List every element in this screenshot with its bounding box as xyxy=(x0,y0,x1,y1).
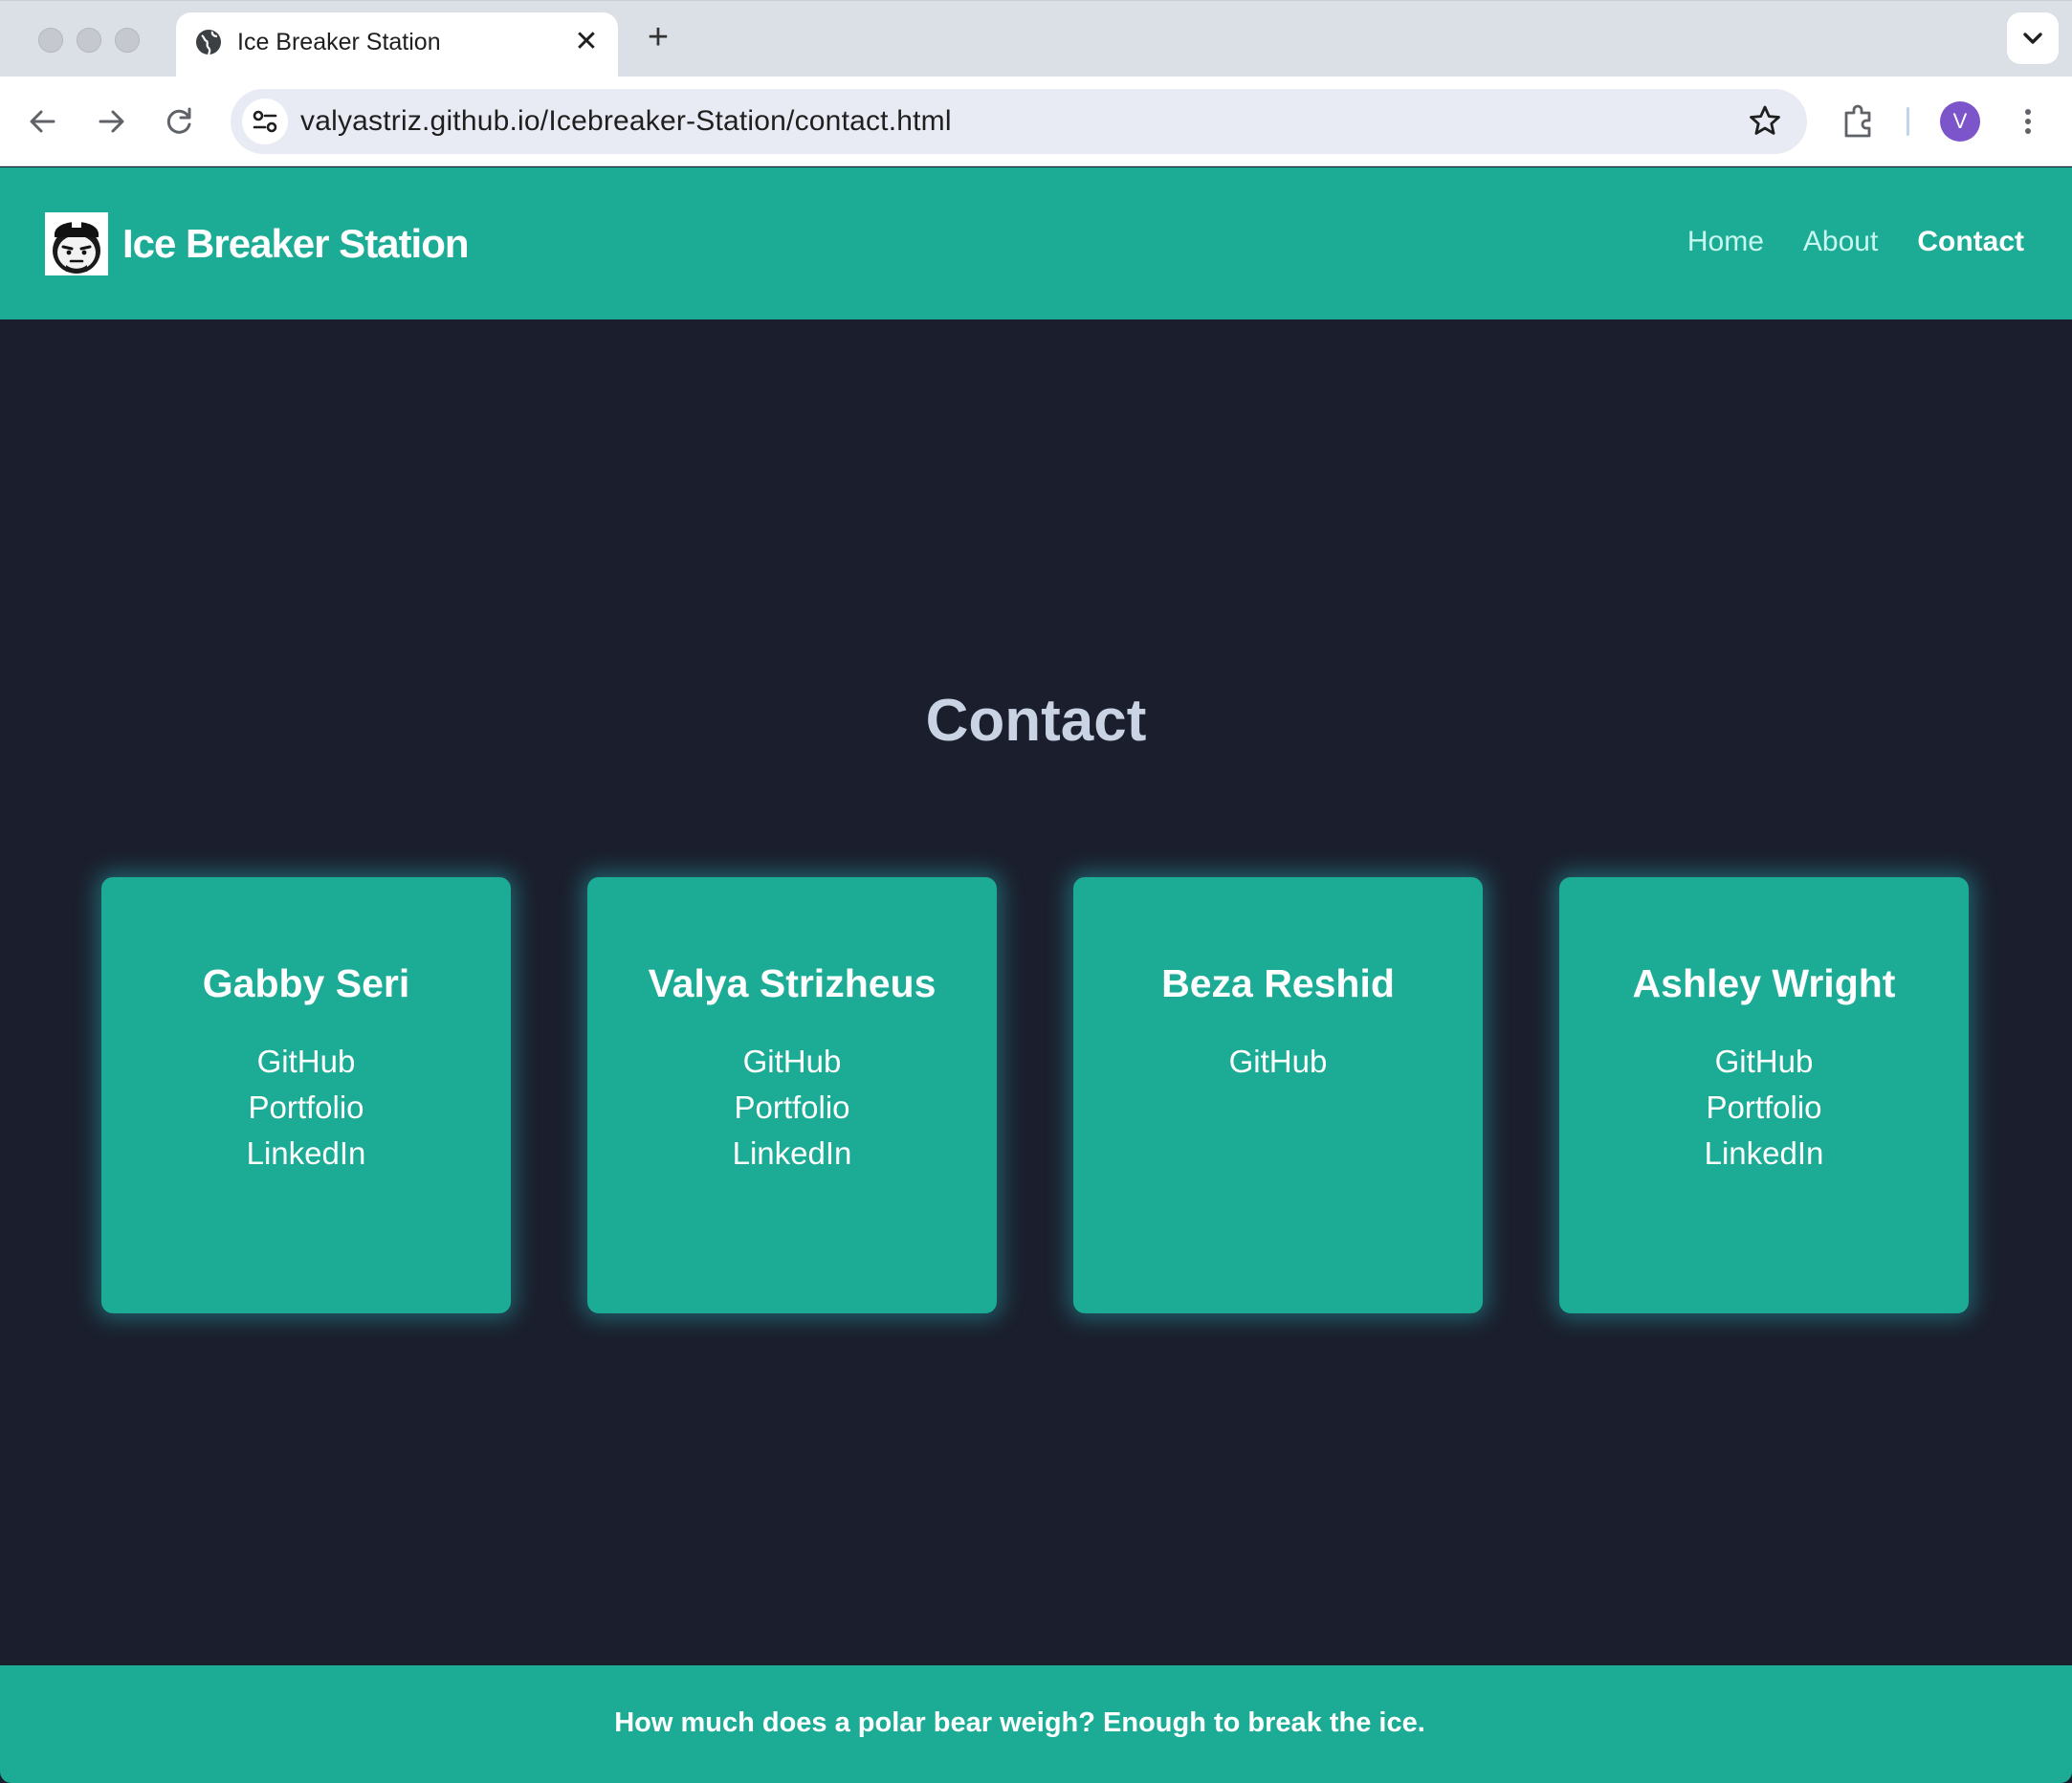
contact-links: GitHub xyxy=(1092,1039,1464,1085)
github-link[interactable]: GitHub xyxy=(1229,1039,1328,1085)
window-minimize-control[interactable] xyxy=(77,28,101,53)
toolbar-divider xyxy=(1907,107,1909,136)
contact-name: Gabby Seri xyxy=(202,961,410,1005)
window-zoom-control[interactable] xyxy=(115,28,140,53)
profile-avatar[interactable]: V xyxy=(1940,101,1980,142)
linkedin-link[interactable]: LinkedIn xyxy=(733,1131,852,1177)
page-title: Contact xyxy=(925,688,1147,754)
logo-image[interactable] xyxy=(45,212,108,275)
contact-name: Valya Strizheus xyxy=(648,961,937,1005)
contact-card: Valya Strizheus GitHub Portfolio LinkedI… xyxy=(587,877,997,1313)
site-brand[interactable]: Ice Breaker Station xyxy=(122,215,470,273)
site-settings-icon xyxy=(253,110,277,133)
contact-card: Beza Reshid GitHub xyxy=(1073,877,1483,1313)
tab-title: Ice Breaker Station xyxy=(237,29,441,55)
github-link[interactable]: GitHub xyxy=(257,1039,356,1085)
browser-tab-strip: Ice Breaker Station ✕ + xyxy=(0,0,2072,77)
close-icon[interactable]: ✕ xyxy=(568,24,605,60)
linkedin-link[interactable]: LinkedIn xyxy=(247,1131,366,1177)
globe-icon xyxy=(196,30,221,55)
portfolio-link[interactable]: Portfolio xyxy=(1706,1085,1821,1131)
forward-arrow-icon[interactable] xyxy=(87,98,135,145)
contact-links: GitHub Portfolio LinkedIn xyxy=(1578,1039,1950,1177)
bookmark-star-icon[interactable] xyxy=(1746,102,1784,141)
contact-name: Beza Reshid xyxy=(1161,961,1395,1005)
nav-link-about[interactable]: About xyxy=(1803,223,1878,261)
portfolio-link[interactable]: Portfolio xyxy=(248,1085,364,1131)
url-host: valyastriz.github.io xyxy=(300,105,540,137)
site-header: Ice Breaker Station Home About Contact xyxy=(0,167,2072,319)
contact-cards: Gabby Seri GitHub Portfolio LinkedIn Val… xyxy=(101,877,1969,1313)
contact-links: GitHub Portfolio LinkedIn xyxy=(606,1039,978,1177)
github-link[interactable]: GitHub xyxy=(743,1039,842,1085)
main-nav: Home About Contact xyxy=(1687,223,2024,261)
more-vertical-icon[interactable] xyxy=(2017,98,2039,145)
linkedin-link[interactable]: LinkedIn xyxy=(1705,1131,1824,1177)
url-text: valyastriz.github.io/Icebreaker-Station/… xyxy=(300,104,952,139)
window-close-control[interactable] xyxy=(38,28,63,53)
plus-icon[interactable]: + xyxy=(639,18,677,56)
footer-joke: How much does a polar bear weigh? Enough… xyxy=(614,1707,1425,1738)
github-link[interactable]: GitHub xyxy=(1715,1039,1814,1085)
contact-card: Ashley Wright GitHub Portfolio LinkedIn xyxy=(1559,877,1969,1313)
back-arrow-icon[interactable] xyxy=(19,98,67,145)
browser-toolbar: valyastriz.github.io/Icebreaker-Station/… xyxy=(0,77,2072,166)
browser-tab-active[interactable]: Ice Breaker Station ✕ xyxy=(176,12,618,77)
tab-search-button[interactable] xyxy=(2007,12,2059,64)
chevron-down-icon xyxy=(2023,33,2042,44)
site-footer: How much does a polar bear weigh? Enough… xyxy=(0,1665,2072,1783)
nav-link-home[interactable]: Home xyxy=(1687,223,1764,261)
contact-links: GitHub Portfolio LinkedIn xyxy=(121,1039,492,1177)
reload-icon[interactable] xyxy=(156,98,204,145)
site-settings-button[interactable] xyxy=(242,99,288,144)
contact-name: Ashley Wright xyxy=(1632,961,1896,1005)
portfolio-link[interactable]: Portfolio xyxy=(734,1085,849,1131)
contact-card: Gabby Seri GitHub Portfolio LinkedIn xyxy=(101,877,511,1313)
url-path: /Icebreaker-Station/contact.html xyxy=(540,105,952,137)
nav-link-contact[interactable]: Contact xyxy=(1917,223,2024,261)
address-bar[interactable]: valyastriz.github.io/Icebreaker-Station/… xyxy=(231,89,1807,154)
extensions-puzzle-icon[interactable] xyxy=(1835,98,1883,145)
